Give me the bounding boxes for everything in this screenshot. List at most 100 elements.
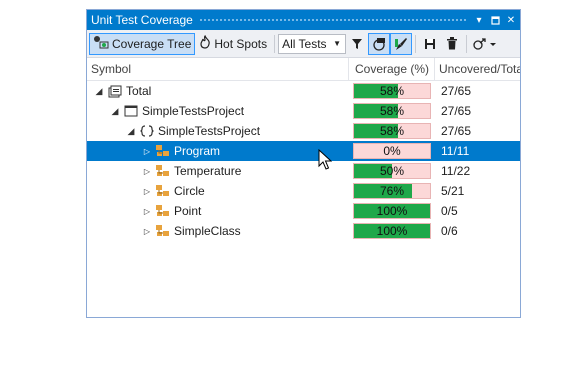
window-title: Unit Test Coverage	[91, 13, 193, 27]
save-icon	[425, 38, 436, 49]
coverage-percent: 0%	[383, 144, 401, 158]
filter-icon	[352, 38, 363, 49]
coverage-tree-label: Coverage Tree	[112, 36, 192, 51]
symbol-label: Temperature	[174, 164, 242, 178]
title-bar: Unit Test Coverage ▾ ✕	[87, 10, 520, 30]
tree-row-point[interactable]: ▷ Point 100% 0/5	[87, 201, 520, 221]
class-icon	[155, 204, 171, 218]
symbol-label: SimpleTestsProject	[142, 104, 245, 118]
tree-row-total[interactable]: ◢ Total 58% 27/65	[87, 81, 520, 101]
symbol-cell: ▷ Program	[87, 144, 349, 158]
symbol-label: Program	[174, 144, 221, 158]
coverage-cell: 50%	[349, 163, 435, 179]
expand-arrow-icon[interactable]: ▷	[141, 187, 153, 196]
uncovered-column-header[interactable]: Uncovered/Total	[435, 58, 520, 80]
symbol-column-header[interactable]: Symbol	[87, 58, 349, 80]
tree-row-program[interactable]: ▷ Program 0% 11/11	[87, 141, 520, 161]
uncovered-total-cell: 0/5	[441, 204, 458, 218]
coverage-percent: 100%	[376, 224, 408, 238]
tree-row-simpletestsproject[interactable]: ◢ SimpleTestsProject 58% 27/65	[87, 121, 520, 141]
symbol-label: SimpleTestsProject	[158, 124, 261, 138]
coverage-tree-button[interactable]: Coverage Tree	[89, 32, 196, 55]
tree-row-simpletestsproject[interactable]: ◢ SimpleTestsProject 58% 27/65	[87, 101, 520, 121]
flame-icon	[199, 34, 211, 52]
uncovered-total-cell: 11/22	[441, 164, 471, 178]
symbol-label: SimpleClass	[174, 224, 241, 238]
tree-row-circle[interactable]: ▷ Circle 76% 5/21	[87, 181, 520, 201]
coverage-column-header[interactable]: Coverage (%)	[349, 58, 435, 80]
coverage-cell: 58%	[349, 123, 435, 139]
window-menu-dropdown-icon[interactable]: ▾	[472, 13, 486, 27]
tests-filter-value: All Tests	[282, 36, 327, 51]
uncovered-total-cell: 27/65	[441, 104, 472, 118]
expand-arrow-icon[interactable]: ▷	[141, 147, 153, 156]
highlight-icon	[373, 37, 386, 51]
tree-row-simpleclass[interactable]: ▷ SimpleClass 100% 0/6	[87, 221, 520, 241]
coverage-cell: 100%	[349, 223, 435, 239]
coverage-cell: 100%	[349, 203, 435, 219]
expand-arrow-icon[interactable]: ▷	[141, 227, 153, 236]
chevron-down-icon: ▼	[333, 39, 342, 48]
highlighting-button[interactable]	[390, 32, 413, 55]
coverage-bar: 100%	[353, 203, 431, 219]
uncovered-total-cell: 27/65	[441, 124, 472, 138]
symbol-cell: ◢ SimpleTestsProject	[87, 104, 349, 118]
toolbar-separator-2	[415, 34, 417, 53]
mouse-cursor-icon	[318, 149, 332, 170]
save-button[interactable]	[419, 33, 441, 55]
hot-spots-button[interactable]: Hot Spots	[195, 33, 271, 55]
close-icon[interactable]: ✕	[504, 13, 518, 27]
uncovered-total-cell: 0/6	[441, 224, 458, 238]
coverage-percent: 58%	[379, 84, 405, 98]
coverage-cell: 0%	[349, 143, 435, 159]
export-menu-button[interactable]	[470, 33, 500, 55]
class-icon	[155, 184, 171, 198]
expand-arrow-icon[interactable]: ▷	[141, 207, 153, 216]
coverage-tree-icon	[93, 35, 109, 52]
coverage-bar: 58%	[353, 103, 431, 119]
show-covering-tests-button[interactable]	[368, 32, 391, 55]
class-icon	[155, 164, 171, 178]
symbol-cell: ▷ SimpleClass	[87, 224, 349, 238]
coverage-percent: 58%	[379, 124, 405, 138]
symbol-cell: ◢ Total	[87, 84, 349, 98]
coverage-bar: 58%	[353, 83, 431, 99]
toolbar-separator-3	[466, 34, 468, 53]
coverage-cell: 58%	[349, 83, 435, 99]
total-icon	[107, 84, 123, 98]
collapse-arrow-icon[interactable]: ◢	[93, 86, 105, 97]
symbol-cell: ◢ SimpleTestsProject	[87, 124, 349, 138]
column-header: Symbol Coverage (%) Uncovered/Total	[87, 58, 520, 81]
title-grip[interactable]	[198, 17, 466, 23]
expand-arrow-icon[interactable]: ▷	[141, 167, 153, 176]
filter-button[interactable]	[346, 33, 368, 55]
symbol-cell: ▷ Circle	[87, 184, 349, 198]
symbol-label: Point	[174, 204, 202, 218]
coverage-percent: 58%	[379, 104, 405, 118]
coverage-cell: 58%	[349, 103, 435, 119]
namespace-icon	[139, 124, 155, 138]
uncovered-total-cell: 5/21	[441, 184, 465, 198]
coverage-bar: 58%	[353, 123, 431, 139]
unit-test-coverage-panel: Unit Test Coverage ▾ ✕ Coverage Tree Hot…	[86, 9, 521, 318]
coverage-bar: 76%	[353, 183, 431, 199]
tests-filter-dropdown[interactable]: All Tests ▼	[278, 33, 347, 54]
uncovered-total-cell: 27/65	[441, 84, 472, 98]
clear-button[interactable]	[441, 33, 463, 55]
class-icon	[155, 144, 171, 158]
hot-spots-label: Hot Spots	[214, 36, 268, 51]
trash-icon	[447, 37, 458, 50]
symbol-cell: ▷ Temperature	[87, 164, 349, 178]
symbol-label: Total	[126, 84, 152, 98]
symbol-cell: ▷ Point	[87, 204, 349, 218]
tree-row-temperature[interactable]: ▷ Temperature 50% 11/22	[87, 161, 520, 181]
collapse-arrow-icon[interactable]: ◢	[125, 126, 137, 137]
class-icon	[155, 224, 171, 238]
coverage-percent: 50%	[379, 164, 405, 178]
pin-icon[interactable]	[488, 13, 502, 27]
project-icon	[123, 104, 139, 118]
collapse-arrow-icon[interactable]: ◢	[109, 106, 121, 117]
coverage-percent: 76%	[379, 184, 405, 198]
symbol-label: Circle	[174, 184, 205, 198]
toolbar: Coverage Tree Hot Spots All Tests ▼	[87, 30, 520, 58]
